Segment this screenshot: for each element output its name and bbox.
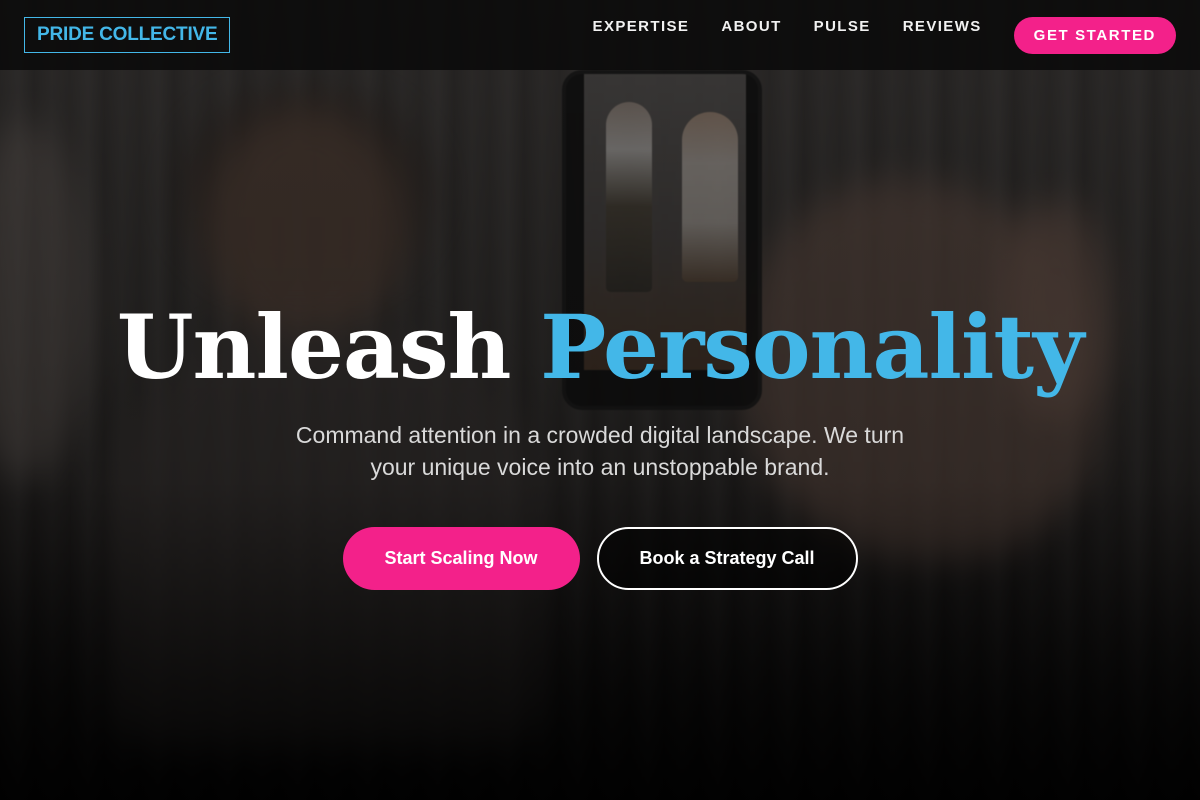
main-nav: EXPERTISE ABOUT PULSE REVIEWS GET STARTE… <box>593 16 1176 54</box>
headline-word-personality: Personality <box>540 295 1084 399</box>
start-scaling-button[interactable]: Start Scaling Now <box>342 527 580 590</box>
nav-link-pulse[interactable]: PULSE <box>814 18 871 35</box>
hero-buttons: Start Scaling Now Book a Strategy Call <box>0 527 1200 590</box>
nav-link-reviews[interactable]: REVIEWS <box>903 18 982 35</box>
hero-headline: Unleash Personality <box>0 295 1200 399</box>
brand-logo[interactable]: PRIDE COLLECTIVE <box>24 17 231 53</box>
headline-word-unleash: Unleash <box>116 295 512 399</box>
hero-subtext: Command attention in a crowded digital l… <box>295 422 905 480</box>
book-strategy-call-button[interactable]: Book a Strategy Call <box>596 527 858 590</box>
get-started-button[interactable]: GET STARTED <box>1013 16 1176 54</box>
nav-link-about[interactable]: ABOUT <box>721 18 781 35</box>
hero-section: Unleash Personality Command attention in… <box>0 295 1200 590</box>
site-header: PRIDE COLLECTIVE EXPERTISE ABOUT PULSE R… <box>0 0 1200 70</box>
nav-link-expertise[interactable]: EXPERTISE <box>593 18 690 35</box>
